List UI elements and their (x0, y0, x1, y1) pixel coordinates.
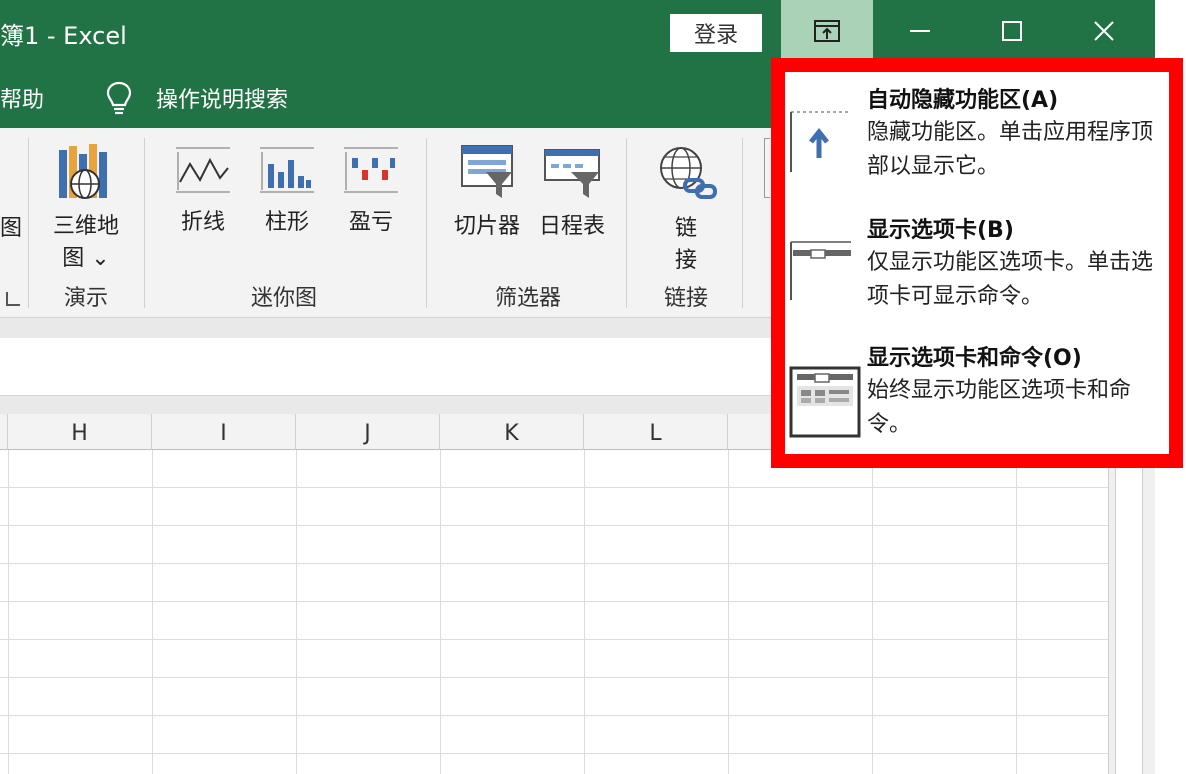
show-tabs-and-commands-icon (789, 366, 861, 438)
3d-map-button[interactable]: 三维地 图 ⌄ (46, 142, 126, 272)
timeline-label: 日程表 (538, 214, 605, 239)
auto-hide-ribbon-icon (790, 111, 851, 172)
menu-item-show-tabs-and-commands[interactable]: 显示选项卡和命令(O) 始终显示功能区选项卡和命令。 (785, 340, 1169, 458)
maximize-button[interactable] (966, 0, 1058, 62)
ribbon-display-options-menu: 自动隐藏功能区(A) 隐藏功能区。单击应用程序顶部以显示它。 显示选项卡(B) … (771, 58, 1183, 468)
cell-grid[interactable] (0, 450, 1108, 774)
grid-line (872, 450, 873, 774)
link-icon (660, 147, 717, 199)
grid-line (440, 450, 441, 774)
window-title: 簿1 - Excel (0, 22, 127, 50)
column-header-j[interactable]: J (296, 414, 440, 450)
ribbon-display-options-button[interactable] (781, 0, 873, 62)
group-label-links: 链接 (663, 286, 708, 311)
close-button[interactable] (1058, 0, 1150, 62)
menu-item-title: 自动隐藏功能区(A) (867, 88, 1059, 113)
menu-item-auto-hide-ribbon[interactable]: 自动隐藏功能区(A) 隐藏功能区。单击应用程序顶部以显示它。 (785, 82, 1169, 200)
link-label-2: 接 (674, 248, 697, 273)
minimize-icon (910, 30, 930, 32)
column-header-h[interactable]: H (8, 414, 152, 450)
minimize-button[interactable] (874, 0, 966, 62)
close-icon (1094, 21, 1114, 41)
tab-help[interactable]: 帮助 (0, 82, 44, 114)
3d-map-label-2: 图 ⌄ (62, 246, 110, 271)
login-button[interactable]: 登录 (670, 14, 762, 52)
partial-ribbon-item (764, 138, 770, 198)
column-header-partial[interactable] (0, 414, 8, 450)
maximize-icon (1002, 21, 1022, 41)
grid-line (152, 450, 153, 774)
menu-item-title: 显示选项卡(B) (867, 218, 1014, 243)
grid-line (8, 450, 9, 774)
group-label-sparklines: 迷你图 (250, 286, 317, 311)
grid-line (728, 450, 729, 774)
column-header-i[interactable]: I (152, 414, 296, 450)
timeline-icon (544, 149, 600, 198)
group-separator (626, 138, 627, 308)
group-label-demo: 演示 (63, 286, 108, 311)
menu-item-title: 显示选项卡和命令(O) (867, 346, 1082, 371)
sparkline-line-button[interactable]: 折线 (168, 142, 238, 236)
link-button[interactable]: 链 接 (648, 142, 724, 274)
sparkline-column-button[interactable]: 柱形 (252, 142, 322, 236)
group-label-filters: 筛选器 (494, 286, 561, 311)
timeline-button[interactable]: 日程表 (532, 142, 612, 240)
menu-item-show-tabs[interactable]: 显示选项卡(B) 仅显示功能区选项卡。单击选项卡可显示命令。 (785, 212, 1169, 330)
ribbon-display-icon (814, 20, 840, 42)
group-separator (144, 138, 145, 308)
group-separator (426, 138, 427, 308)
sparkline-line-label: 折线 (180, 210, 225, 235)
group-launcher-icon[interactable] (6, 292, 20, 306)
3d-map-icon (59, 144, 107, 199)
ribbon-cut-label: 图 (0, 216, 23, 241)
sparkline-winloss-label: 盈亏 (348, 210, 393, 235)
grid-line (584, 450, 585, 774)
sparkline-column-icon (260, 147, 314, 193)
link-label-1: 链 (674, 216, 697, 241)
3d-map-label-1: 三维地 (52, 214, 119, 239)
menu-item-description: 隐藏功能区。单击应用程序顶部以显示它。 (867, 120, 1154, 179)
sparkline-column-label: 柱形 (264, 210, 309, 235)
grid-line (1016, 450, 1017, 774)
slicer-icon (461, 145, 513, 198)
show-tabs-icon (790, 241, 851, 300)
group-separator (742, 138, 743, 308)
column-header-l[interactable]: L (584, 414, 728, 450)
slicer-button[interactable]: 切片器 (446, 142, 528, 240)
slicer-label: 切片器 (453, 214, 520, 239)
sparkline-winloss-icon (344, 147, 398, 193)
sparkline-winloss-button[interactable]: 盈亏 (336, 142, 406, 236)
menu-item-description: 仅显示功能区选项卡。单击选项卡可显示命令。 (867, 250, 1154, 309)
title-bar: 簿1 - Excel 登录 (0, 0, 1155, 64)
sparkline-line-icon (176, 147, 230, 193)
tell-me-search[interactable]: 操作说明搜索 (156, 82, 288, 114)
grid-line (296, 450, 297, 774)
lightbulb-icon (106, 81, 132, 115)
group-separator (28, 138, 29, 308)
column-header-k[interactable]: K (440, 414, 584, 450)
menu-item-description: 始终显示功能区选项卡和命令。 (867, 378, 1132, 437)
